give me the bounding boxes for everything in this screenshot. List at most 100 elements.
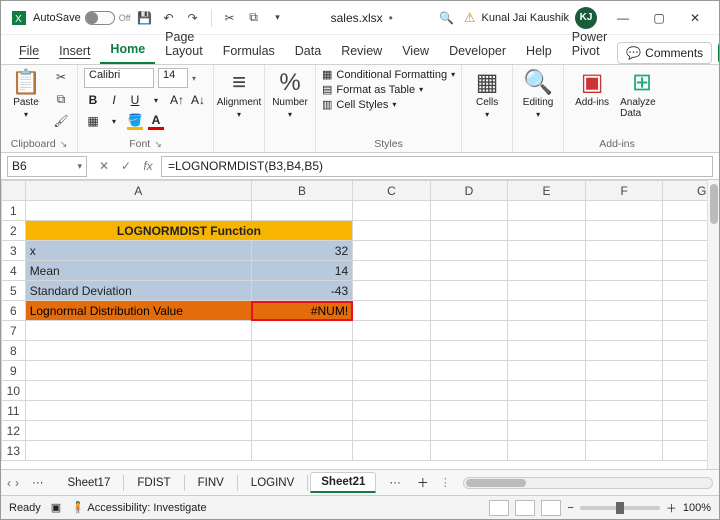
cell-A4[interactable]: Mean xyxy=(25,261,251,281)
enter-icon[interactable]: ✓ xyxy=(117,157,135,175)
cell-title[interactable]: LOGNORMDIST Function xyxy=(25,221,352,241)
conditional-formatting-button[interactable]: ▦Conditional Formatting▾ xyxy=(322,68,455,81)
format-as-table-button[interactable]: ▤Format as Table▾ xyxy=(322,83,455,96)
zoom-value[interactable]: 100% xyxy=(683,502,711,514)
tab-page-layout[interactable]: Page Layout xyxy=(155,24,213,64)
cell-B3[interactable]: 32 xyxy=(251,241,352,261)
alignment-button[interactable]: ≡ Alignment ▾ xyxy=(220,68,258,119)
tab-help[interactable]: Help xyxy=(516,38,562,64)
col-header-E[interactable]: E xyxy=(508,181,586,201)
col-header-F[interactable]: F xyxy=(585,181,663,201)
worksheet[interactable]: A B C D E F G 1 2 LOGNORMDIST Function 3… xyxy=(1,180,707,469)
shrink-font-icon[interactable]: A↓ xyxy=(189,91,207,109)
chevron-down-icon[interactable]: ▾ xyxy=(105,112,123,130)
tab-home[interactable]: Home xyxy=(100,36,155,64)
bold-button[interactable]: B xyxy=(84,91,102,109)
grow-font-icon[interactable]: A↑ xyxy=(168,91,186,109)
tab-prev-icon[interactable]: ‹ xyxy=(7,476,11,490)
font-name-select[interactable]: Calibri xyxy=(84,68,154,88)
cell-B4[interactable]: 14 xyxy=(251,261,352,281)
formula-input[interactable]: =LOGNORMDIST(B3,B4,B5) xyxy=(161,156,713,177)
tab-developer[interactable]: Developer xyxy=(439,38,516,64)
fx-icon[interactable]: fx xyxy=(139,157,157,175)
tab-power-pivot[interactable]: Power Pivot xyxy=(562,24,617,64)
font-color-icon[interactable]: A xyxy=(147,112,165,130)
tab-review[interactable]: Review xyxy=(331,38,392,64)
fill-color-icon[interactable]: 🪣 xyxy=(126,112,144,130)
sheet-tab[interactable]: FINV xyxy=(187,473,235,492)
chevron-down-icon[interactable]: ▾ xyxy=(268,8,288,28)
name-box[interactable]: B6 ▾ xyxy=(7,156,87,177)
cell-styles-button[interactable]: ▥Cell Styles▾ xyxy=(322,98,455,111)
row-header[interactable]: 1 xyxy=(2,201,26,221)
copy-icon[interactable]: ⧉ xyxy=(51,90,71,108)
warning-icon[interactable]: ⚠ xyxy=(238,303,249,317)
tab-ellipsis-right[interactable]: ··· xyxy=(378,473,412,492)
row-header[interactable]: 7 xyxy=(2,321,26,341)
cell-A6[interactable]: Lognormal Distribution Value ⚠ xyxy=(25,301,251,321)
italic-button[interactable]: I xyxy=(105,91,123,109)
editing-button[interactable]: 🔍 Editing ▾ xyxy=(519,68,557,119)
underline-button[interactable]: U xyxy=(126,91,144,109)
cell-B6[interactable]: #NUM! xyxy=(251,301,352,321)
col-header-G[interactable]: G xyxy=(663,181,707,201)
zoom-slider[interactable] xyxy=(580,506,660,510)
chevron-down-icon[interactable]: ▾ xyxy=(147,91,165,109)
row-header[interactable]: 8 xyxy=(2,341,26,361)
scrollbar-thumb[interactable] xyxy=(466,479,526,487)
tab-view[interactable]: View xyxy=(392,38,439,64)
accessibility-status[interactable]: 🧍 Accessibility: Investigate xyxy=(71,501,206,514)
macro-record-icon[interactable]: ▣ xyxy=(51,501,61,514)
scrollbar-thumb[interactable] xyxy=(710,184,718,224)
horizontal-scrollbar[interactable] xyxy=(463,477,713,489)
search-icon[interactable]: 🔍 xyxy=(436,7,458,29)
close-button[interactable]: ✕ xyxy=(677,5,713,31)
col-header-D[interactable]: D xyxy=(430,181,508,201)
border-icon[interactable]: ▦ xyxy=(84,112,102,130)
number-button[interactable]: % Number ▾ xyxy=(271,68,309,119)
format-painter-icon[interactable]: 🖌 xyxy=(51,112,71,130)
tab-insert[interactable]: Insert xyxy=(49,38,100,64)
tab-next-icon[interactable]: › xyxy=(15,476,19,490)
col-header-B[interactable]: B xyxy=(251,181,352,201)
row-header[interactable]: 10 xyxy=(2,381,26,401)
cell-A5[interactable]: Standard Deviation xyxy=(25,281,251,301)
cell-B5[interactable]: -43 xyxy=(251,281,352,301)
sheet-tab-active[interactable]: Sheet21 xyxy=(310,472,376,493)
add-sheet-button[interactable]: ＋ xyxy=(414,474,432,492)
row-header[interactable]: 11 xyxy=(2,401,26,421)
sheet-tab[interactable]: FDIST xyxy=(126,473,181,492)
view-page-break-button[interactable] xyxy=(541,500,561,516)
col-header-C[interactable]: C xyxy=(353,181,431,201)
tab-file[interactable]: File xyxy=(9,38,49,64)
tab-formulas[interactable]: Formulas xyxy=(213,38,285,64)
filename[interactable]: sales.xlsx xyxy=(331,11,383,25)
row-header[interactable]: 5 xyxy=(2,281,26,301)
zoom-in-icon[interactable]: ＋ xyxy=(666,500,677,516)
col-header-A[interactable]: A xyxy=(25,181,251,201)
addins-button[interactable]: ▣ Add-ins xyxy=(570,68,614,108)
row-header[interactable]: 2 xyxy=(2,221,26,241)
cells-button[interactable]: ▦ Cells ▾ xyxy=(468,68,506,119)
cancel-icon[interactable]: ✕ xyxy=(95,157,113,175)
analyze-data-button[interactable]: ⊞ Analyze Data xyxy=(620,68,664,119)
font-size-select[interactable]: 14 xyxy=(158,68,188,88)
autosave-toggle[interactable]: AutoSave Off xyxy=(33,11,131,25)
cut-icon[interactable]: ✂ xyxy=(51,68,71,86)
sheet-tab[interactable]: Sheet17 xyxy=(57,473,122,492)
vertical-scrollbar[interactable] xyxy=(707,180,719,469)
copy-icon[interactable]: ⧉ xyxy=(244,8,264,28)
zoom-slider-knob[interactable] xyxy=(616,502,624,514)
launcher-icon[interactable]: ↘ xyxy=(154,139,162,150)
tab-ellipsis-left[interactable]: ··· xyxy=(21,473,55,492)
chevron-down-icon[interactable]: ▾ xyxy=(192,74,196,83)
select-all-corner[interactable] xyxy=(2,181,26,201)
tab-data[interactable]: Data xyxy=(285,38,331,64)
launcher-icon[interactable]: ↘ xyxy=(60,139,68,150)
row-header[interactable]: 13 xyxy=(2,441,26,461)
row-header[interactable]: 9 xyxy=(2,361,26,381)
zoom-out-icon[interactable]: − xyxy=(567,502,573,514)
save-icon[interactable]: 💾 xyxy=(135,8,155,28)
cell-A3[interactable]: x xyxy=(25,241,251,261)
sheet-tab[interactable]: LOGINV xyxy=(240,473,305,492)
